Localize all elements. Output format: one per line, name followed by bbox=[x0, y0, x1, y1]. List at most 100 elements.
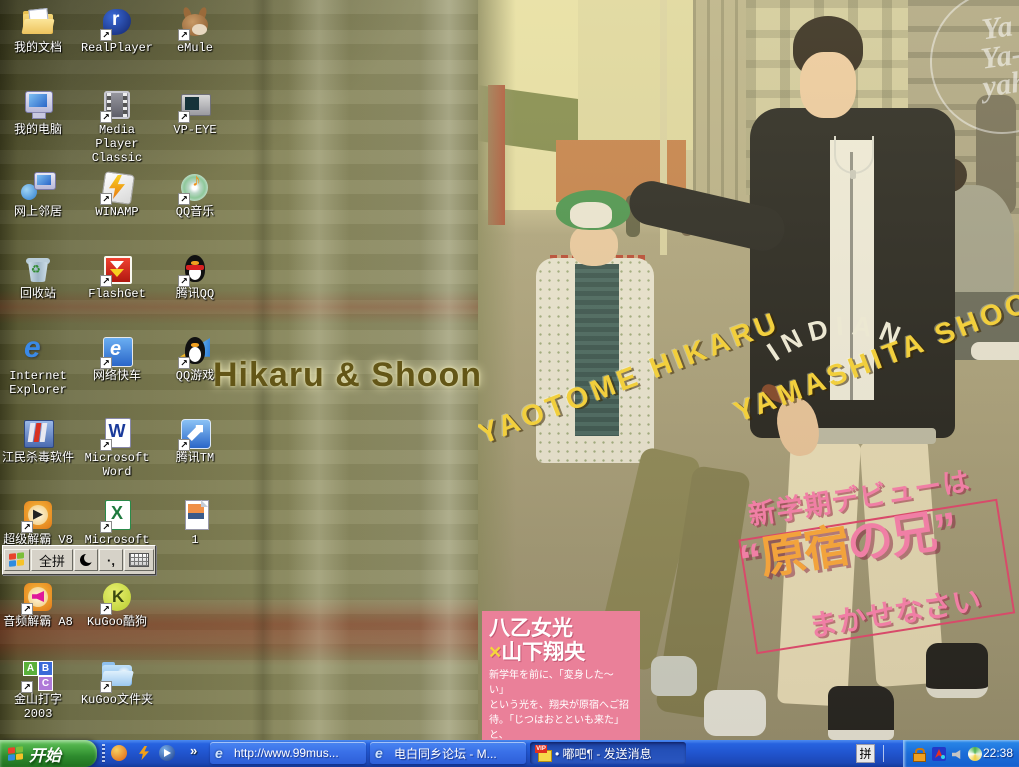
shortcut-arrow-icon: ↗ bbox=[178, 357, 190, 369]
desktop-icon-realplayer[interactable]: r↗RealPlayer bbox=[75, 6, 159, 56]
desktop-icon-tencent-tm[interactable]: ↗腾讯TM bbox=[153, 416, 237, 466]
desktop-icon-qq-games[interactable]: ↗QQ游戏 bbox=[153, 334, 237, 384]
quick-launch-winamp-icon[interactable] bbox=[136, 745, 152, 761]
flashget-icon: ↗ bbox=[99, 252, 135, 286]
taskbar-separator bbox=[883, 745, 884, 762]
shortcut-arrow-icon: ↗ bbox=[178, 275, 190, 287]
desktop-icon-kugoo[interactable]: K↗ KuGoo酷狗 bbox=[75, 580, 159, 630]
icon-label: 腾讯TM bbox=[153, 452, 237, 466]
shortcut-arrow-icon: ↗ bbox=[178, 439, 190, 451]
icon-label: QQ游戏 bbox=[153, 370, 237, 384]
shortcut-arrow-icon: ↗ bbox=[100, 603, 112, 615]
icon-label: VP-EYE bbox=[153, 124, 237, 138]
windows-flag-icon bbox=[9, 552, 25, 568]
taskbar-clock[interactable]: 22:38 bbox=[983, 746, 1013, 760]
shortcut-arrow-icon: ↗ bbox=[100, 357, 112, 369]
desktop-icon-kugoo-folder[interactable]: ↗KuGoo文件夹 bbox=[75, 658, 159, 708]
shortcut-arrow-icon: ↗ bbox=[100, 439, 112, 451]
ime-punctuation-button[interactable]: ·, bbox=[99, 549, 123, 571]
icon-label: KuGoo酷狗 bbox=[75, 616, 159, 630]
icon-label: QQ音乐 bbox=[153, 206, 237, 220]
desktop-icon-file-1[interactable]: 1 bbox=[153, 498, 237, 548]
quick-launch-grip[interactable] bbox=[102, 744, 105, 763]
shortcut-arrow-icon: ↗ bbox=[100, 29, 112, 41]
shortcut-arrow-icon: ↗ bbox=[21, 521, 33, 533]
tray-messenger-icon[interactable] bbox=[931, 746, 947, 762]
kugoo-folder-icon: ↗ bbox=[99, 658, 135, 692]
taskbar-task-browser-forum[interactable]: e电白同乡论坛 - M... bbox=[370, 742, 526, 764]
desktop-icon-jiangmin-antivirus[interactable]: 江民杀毒软件 bbox=[0, 416, 80, 466]
icon-label: 音频解霸 A8 bbox=[0, 616, 80, 630]
qq-music-icon: ♪↗ bbox=[177, 170, 213, 204]
shortcut-arrow-icon: ↗ bbox=[100, 193, 112, 205]
icon-label: eMule bbox=[153, 42, 237, 56]
quick-launch-media-player-icon[interactable] bbox=[159, 745, 175, 761]
icon-label: 1 bbox=[153, 534, 237, 548]
tray-kugoo-disc-icon[interactable] bbox=[967, 746, 983, 762]
icon-label: Media PlayerClassic bbox=[75, 124, 159, 165]
icon-label: MicrosoftWord bbox=[75, 452, 159, 480]
ime-soft-keyboard-button[interactable] bbox=[124, 549, 154, 571]
vp-eye-icon: ↗ bbox=[177, 88, 213, 122]
icon-label: RealPlayer bbox=[75, 42, 159, 56]
tray-volume-icon[interactable] bbox=[950, 746, 966, 762]
icon-label: 回收站 bbox=[0, 288, 80, 302]
ime-fullwidth-toggle-button[interactable] bbox=[74, 549, 98, 571]
windows-logo-icon bbox=[8, 746, 24, 762]
tray-lock-icon[interactable] bbox=[911, 746, 927, 762]
emule-icon: ↗ bbox=[177, 6, 213, 40]
desktop-icon-kingsoft-typing-2003[interactable]: ABC↗金山打字2003 bbox=[0, 658, 80, 722]
icon-label: FlashGet bbox=[75, 288, 159, 302]
keyboard-icon bbox=[129, 553, 149, 567]
desktop-icon-my-documents[interactable]: 我的文档 bbox=[0, 6, 80, 56]
desktop-icon-network-places[interactable]: 网上邻居 bbox=[0, 170, 80, 220]
qq-vip-icon: VIP bbox=[535, 745, 551, 761]
desktop-icon-microsoft-word[interactable]: W↗MicrosoftWord bbox=[75, 416, 159, 480]
network-places-icon bbox=[20, 170, 56, 204]
icon-label: 网络快车 bbox=[75, 370, 159, 384]
system-tray: 22:38 bbox=[903, 740, 1019, 767]
qq-games-icon: ↗ bbox=[177, 334, 213, 368]
desktop-icon-flashget[interactable]: ↗FlashGet bbox=[75, 252, 159, 302]
task-label: http://www.99mus... bbox=[234, 746, 339, 760]
desktop-screen: INDIAN YAOTOME HIKARU YAMASHITA SHOON Ya… bbox=[0, 0, 1019, 767]
quick-launch-realplayer-icon[interactable] bbox=[111, 745, 127, 761]
shortcut-arrow-icon: ↗ bbox=[21, 681, 33, 693]
desktop-icon-audioplayer-a8[interactable]: ↗音频解霸 A8 bbox=[0, 580, 80, 630]
shortcut-arrow-icon: ↗ bbox=[178, 193, 190, 205]
start-button[interactable]: 开始 bbox=[0, 740, 97, 767]
ime-input-method-button[interactable] bbox=[4, 549, 30, 571]
winamp-icon: ↗ bbox=[99, 170, 135, 204]
shortcut-arrow-icon: ↗ bbox=[100, 275, 112, 287]
icon-label: 我的文档 bbox=[0, 42, 80, 56]
desktop-icon-qq-music[interactable]: ♪↗ QQ音乐 bbox=[153, 170, 237, 220]
desktop-icon-tencent-qq[interactable]: ↗腾讯QQ bbox=[153, 252, 237, 302]
my-documents-icon bbox=[20, 6, 56, 40]
ime-language-bar[interactable]: 全拼 ·, bbox=[2, 545, 156, 575]
ie-icon: e bbox=[375, 745, 390, 761]
icon-label: 腾讯QQ bbox=[153, 288, 237, 302]
ime-mode-button[interactable]: 全拼 bbox=[31, 549, 73, 571]
ie-icon: e bbox=[215, 745, 230, 761]
kugoo-icon: K↗ bbox=[99, 580, 135, 614]
icon-label: InternetExplorer bbox=[0, 370, 80, 398]
desktop-icon-emule[interactable]: ↗ eMule bbox=[153, 6, 237, 56]
taskbar-task-browser-99mus[interactable]: e http://www.99mus... bbox=[210, 742, 366, 764]
microsoft-excel-icon: X↗ bbox=[99, 498, 135, 532]
desktop-icon-net-express[interactable]: e↗网络快车 bbox=[75, 334, 159, 384]
taskbar-ime-indicator[interactable]: 拼 bbox=[856, 744, 875, 763]
desktop-icon-internet-explorer[interactable]: eInternetExplorer bbox=[0, 334, 80, 398]
desktop-icon-vp-eye[interactable]: ↗ VP-EYE bbox=[153, 88, 237, 138]
microsoft-word-icon: W↗ bbox=[99, 416, 135, 450]
desktop-icon-winamp[interactable]: ↗WINAMP bbox=[75, 170, 159, 220]
task-label: • 嘟吧¶ - 发送消息 bbox=[555, 745, 652, 762]
desktop-icon-my-computer[interactable]: 我的电脑 bbox=[0, 88, 80, 138]
taskbar-task-qq-chat[interactable]: VIP• 嘟吧¶ - 发送消息 bbox=[530, 742, 686, 764]
desktop-icon-superplayer-v8[interactable]: ▶↗超级解霸 V8 bbox=[0, 498, 80, 548]
quick-launch-overflow-chevron[interactable]: » bbox=[190, 743, 197, 758]
desktop-icon-media-player-classic[interactable]: ↗Media PlayerClassic bbox=[75, 88, 159, 165]
tencent-tm-icon: ↗ bbox=[177, 416, 213, 450]
file-1-icon bbox=[177, 498, 213, 532]
icon-label: 江民杀毒软件 bbox=[0, 452, 80, 466]
desktop-icon-recycle-bin[interactable]: ♻回收站 bbox=[0, 252, 80, 302]
